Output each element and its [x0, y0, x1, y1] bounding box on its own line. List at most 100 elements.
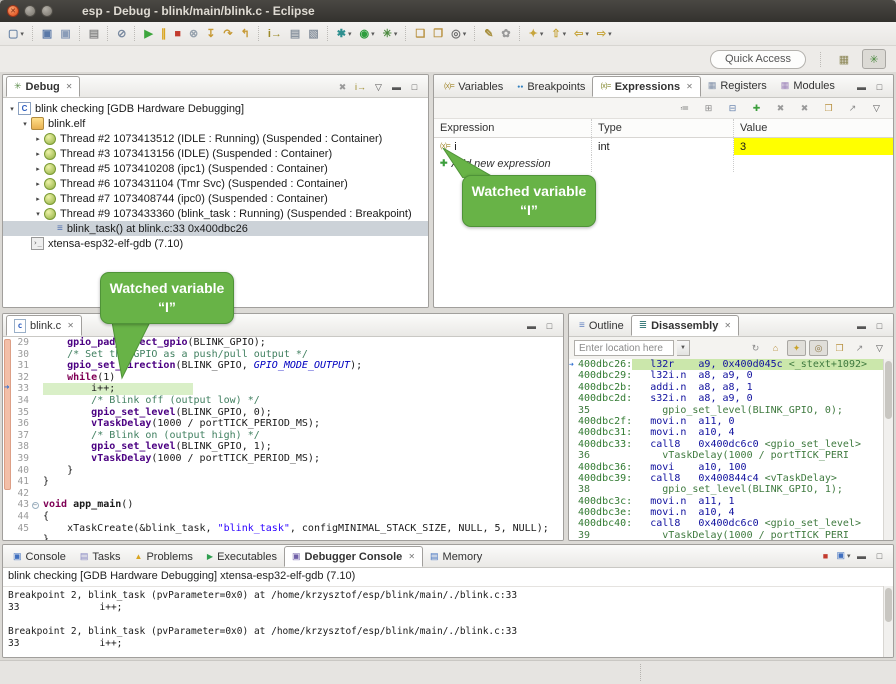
dropdown-arrow-icon[interactable]: ▾ — [540, 30, 544, 38]
dropdown-arrow-icon[interactable]: ▾ — [371, 30, 375, 38]
open-new-view-button[interactable]: ↗ — [844, 101, 861, 115]
expressions-view-tab-modules[interactable]: Modules — [774, 76, 842, 95]
home-button[interactable]: ⌂ — [767, 341, 784, 355]
open-folder-button[interactable]: ❐ — [430, 24, 446, 44]
debug-tree-item[interactable]: ▸Thread #7 1073408744 (ipc0) (Suspended … — [3, 191, 428, 206]
forward-button[interactable]: ⇨▾ — [594, 24, 615, 44]
expander-icon[interactable]: ▾ — [33, 210, 43, 218]
debug-tree-item[interactable]: ▸Thread #2 1073413512 (IDLE : Running) (… — [3, 131, 428, 146]
debug-button[interactable]: ✳▾ — [380, 24, 401, 44]
debug-tree-item[interactable]: ▸Thread #6 1073431104 (Tmr Svc) (Suspend… — [3, 176, 428, 191]
editor-tab-blink-c[interactable]: blink.c✕ — [6, 315, 82, 336]
drop-to-frame-button[interactable]: ▧ — [305, 24, 321, 44]
debug-view-tab-debug[interactable]: Debug✕ — [6, 76, 80, 97]
console-output[interactable]: Breakpoint 2, blink_task (pvParameter=0x… — [3, 586, 884, 657]
console-view-tab-console[interactable]: Console — [6, 547, 73, 566]
save-all-button[interactable]: ▣ — [57, 24, 73, 44]
column-header-expression[interactable]: Expression — [434, 119, 592, 137]
expander-icon[interactable]: ▾ — [20, 120, 30, 128]
expressions-view-tab-expressions[interactable]: Expressions✕ — [592, 76, 700, 97]
maximize-button[interactable]: □ — [871, 80, 888, 94]
annotate-button[interactable]: ✎ — [481, 24, 496, 44]
location-combo-input[interactable]: Enter location here — [574, 340, 674, 356]
expander-icon[interactable]: ▸ — [33, 165, 43, 173]
close-tab-icon[interactable]: ✕ — [67, 321, 74, 330]
debug-tree-item[interactable]: ▾blink.elf — [3, 116, 428, 131]
show-source-button[interactable]: ▤ — [287, 24, 303, 44]
terminate-button[interactable]: ■ — [817, 549, 834, 563]
expander-icon[interactable]: ▸ — [33, 150, 43, 158]
view-menu-button[interactable]: ▽ — [370, 80, 387, 94]
fold-collapse-icon[interactable]: − — [32, 502, 39, 509]
instruction-stepping-mode-button[interactable]: i→ — [352, 80, 369, 94]
minimize-button[interactable]: ▬ — [388, 80, 405, 94]
step-into-button[interactable]: ↧ — [203, 24, 218, 44]
column-header-value[interactable]: Value — [734, 119, 893, 137]
external-tools-button[interactable]: ✿ — [498, 24, 513, 44]
expressions-view-tab-breakpoints[interactable]: Breakpoints — [510, 78, 592, 97]
collapse-all-button[interactable]: ⊟ — [724, 101, 741, 115]
run-button[interactable]: ◉▾ — [356, 24, 377, 44]
show-logical-structure-button[interactable]: ⊞ — [700, 101, 717, 115]
expressions-view-tab-variables[interactable]: Variables — [437, 77, 510, 96]
console-view-tab-debugger-console[interactable]: Debugger Console✕ — [284, 546, 423, 567]
close-tab-icon[interactable]: ✕ — [408, 552, 415, 561]
close-tab-icon[interactable]: ✕ — [686, 82, 693, 91]
step-return-button[interactable]: ↰ — [238, 24, 253, 44]
show-type-names-button[interactable]: ≔ — [676, 101, 693, 115]
console-view-tab-executables[interactable]: Executables — [200, 547, 284, 566]
step-over-button[interactable]: ↷ — [220, 24, 235, 44]
terminate-button[interactable]: ■ — [171, 24, 184, 44]
print-button[interactable]: ▤ — [86, 24, 102, 44]
minimize-button[interactable]: ▬ — [853, 80, 870, 94]
add-expression-button[interactable]: ✚ — [748, 101, 765, 115]
close-tab-icon[interactable]: ✕ — [66, 82, 73, 91]
debug-tree-item[interactable]: ▾blink checking [GDB Hardware Debugging] — [3, 101, 428, 116]
console-view-tab-problems[interactable]: Problems — [128, 547, 200, 566]
disassembly-listing[interactable]: ➜400dbc26: l32r a9, 0x400d045c <_stext+1… — [569, 359, 884, 540]
view-menu-button[interactable]: ▽ — [868, 101, 885, 115]
dropdown-arrow-icon[interactable]: ▾ — [20, 30, 24, 38]
console-scrollbar[interactable] — [883, 586, 893, 657]
remove-all-terminated-button[interactable]: ✖ — [334, 80, 351, 94]
debug-tree-item[interactable]: ▾Thread #9 1073433360 (blink_task : Runn… — [3, 206, 428, 221]
resume-button[interactable]: ▶ — [141, 24, 155, 44]
remove-all-expressions-button[interactable]: ✖ — [796, 101, 813, 115]
debug-tree-item[interactable]: blink_task() at blink.c:33 0x400dbc26 — [3, 221, 428, 236]
new-button[interactable]: ▢▾ — [5, 24, 27, 44]
disconnect-button[interactable]: ⊗ — [186, 24, 201, 44]
new-view-button[interactable]: ❒ — [820, 101, 837, 115]
open-project-button[interactable]: ❏ — [412, 24, 428, 44]
open-new-view-button[interactable]: ↗ — [851, 341, 868, 355]
location-combo-dropdown-icon[interactable]: ▼ — [677, 340, 690, 356]
dropdown-arrow-icon[interactable]: ▾ — [608, 30, 612, 38]
expander-icon[interactable]: ▸ — [33, 135, 43, 143]
minimize-button[interactable]: ▬ — [853, 319, 870, 333]
trace-button[interactable]: ✱▾ — [334, 24, 355, 44]
refresh-button[interactable]: ↻ — [747, 341, 764, 355]
go-into-button[interactable]: ⇧▾ — [548, 24, 569, 44]
last-edit-location-button[interactable]: ✦▾ — [526, 24, 547, 44]
window-maximize-button[interactable] — [41, 5, 53, 17]
expander-icon[interactable]: ▸ — [33, 195, 43, 203]
disassembly-view-tab-outline[interactable]: Outline — [572, 316, 631, 335]
minimize-button[interactable]: ▬ — [853, 549, 870, 563]
add-expression-row[interactable]: Add new expression — [434, 155, 893, 172]
window-minimize-button[interactable] — [24, 5, 36, 17]
expander-icon[interactable]: ▾ — [7, 105, 17, 113]
disassembly-view-tab-disassembly[interactable]: Disassembly✕ — [631, 315, 739, 336]
suspend-button[interactable]: ∥ — [158, 24, 170, 44]
console-view-tab-memory[interactable]: Memory — [423, 547, 489, 566]
expander-icon[interactable]: ▸ — [33, 180, 43, 188]
dropdown-arrow-icon[interactable]: ▾ — [847, 553, 851, 560]
remove-expression-button[interactable]: ✖ — [772, 101, 789, 115]
show-source-button[interactable]: ◎ — [809, 340, 828, 356]
save-button[interactable]: ▣ — [39, 24, 55, 44]
maximize-button[interactable]: □ — [541, 319, 558, 333]
dropdown-arrow-icon[interactable]: ▾ — [563, 30, 567, 38]
dropdown-arrow-icon[interactable]: ▾ — [348, 30, 352, 38]
maximize-button[interactable]: □ — [871, 549, 888, 563]
window-close-button[interactable] — [7, 5, 19, 17]
dropdown-arrow-icon[interactable]: ▾ — [394, 30, 398, 38]
instruction-pointer-icon[interactable]: ➜ — [4, 383, 9, 395]
